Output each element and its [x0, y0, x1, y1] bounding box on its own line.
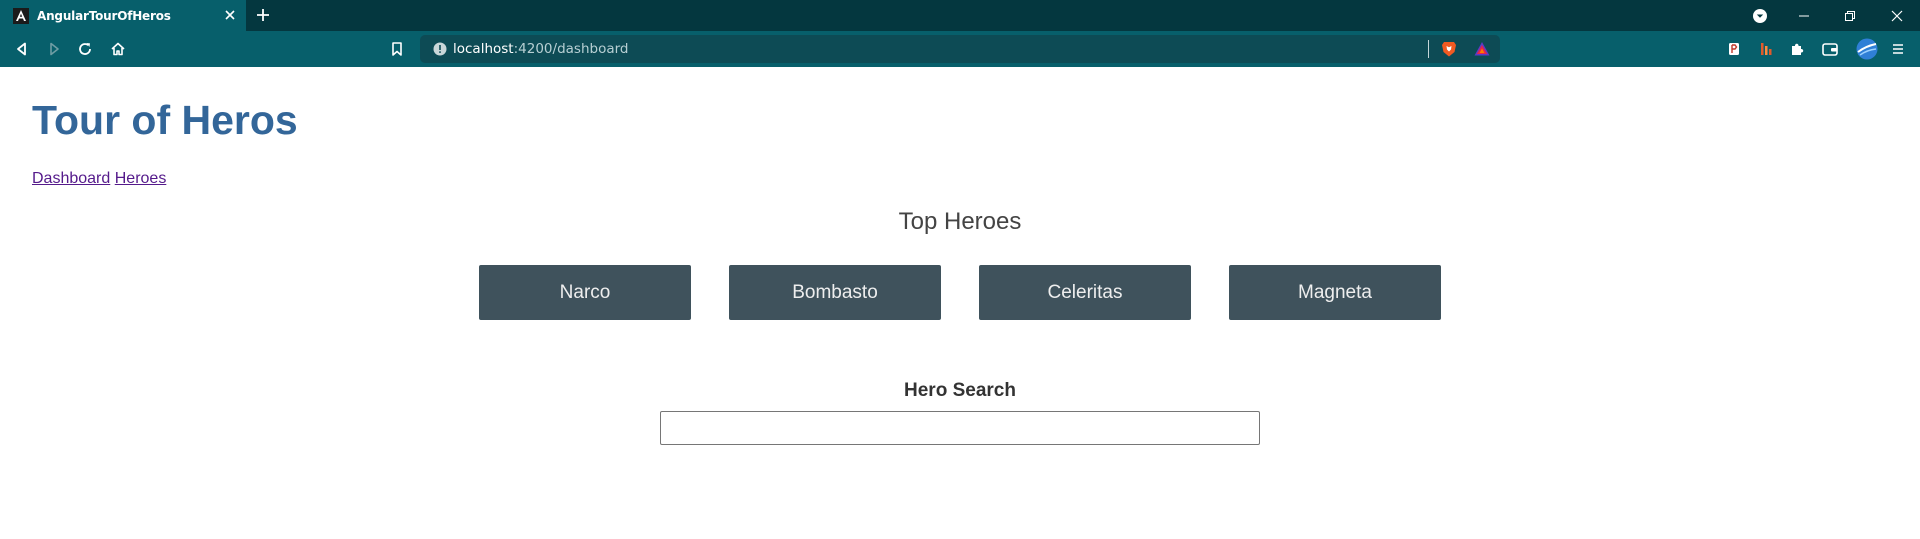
- top-heroes-heading: Top Heroes: [898, 208, 1022, 235]
- brave-shield-icon[interactable]: [1440, 40, 1458, 58]
- page-content: Tour of Heros Dashboard Heroes Top Heroe…: [0, 67, 1920, 539]
- browser-tab-active[interactable]: AngularTourOfHeros: [0, 0, 246, 31]
- address-bar[interactable]: localhost:4200/dashboard: [420, 35, 1500, 63]
- hero-card-celeritas[interactable]: Celeritas: [979, 265, 1191, 320]
- url-path: :4200/dashboard: [513, 41, 629, 57]
- window-close-icon[interactable]: [1874, 0, 1920, 31]
- puzzle-icon[interactable]: [1787, 39, 1807, 59]
- nav-link-heroes[interactable]: Heroes: [115, 170, 167, 187]
- hero-search-heading: Hero Search: [904, 380, 1016, 401]
- tab-title: AngularTourOfHeros: [37, 8, 171, 23]
- hero-card-narco[interactable]: Narco: [479, 265, 691, 320]
- profile-avatar[interactable]: [1855, 37, 1879, 61]
- minimize-icon[interactable]: [1781, 0, 1827, 31]
- angular-logo-icon: [13, 7, 29, 24]
- reader-extension-icon[interactable]: [1724, 39, 1744, 59]
- close-icon[interactable]: [222, 7, 238, 23]
- address-bar-divider: [1428, 40, 1429, 58]
- bookmark-icon[interactable]: [387, 39, 407, 59]
- back-arrow-icon[interactable]: [12, 39, 32, 59]
- new-tab-plus-icon[interactable]: [255, 7, 271, 23]
- nav-link-dashboard[interactable]: Dashboard: [32, 170, 110, 187]
- restore-icon[interactable]: [1827, 0, 1873, 31]
- home-icon[interactable]: [108, 39, 128, 59]
- hero-card-bombasto[interactable]: Bombasto: [729, 265, 941, 320]
- info-icon[interactable]: [432, 41, 448, 57]
- main-nav: Dashboard Heroes: [32, 170, 166, 188]
- profile-dropdown-icon[interactable]: [1737, 0, 1783, 31]
- address-url[interactable]: localhost:4200/dashboard: [453, 41, 628, 57]
- wallet-icon[interactable]: [1820, 39, 1840, 59]
- browser-toolbar: localhost:4200/dashboard: [0, 31, 1920, 67]
- browser-title-bar: AngularTourOfHeros: [0, 0, 1920, 31]
- rewards-triangle-icon[interactable]: [1473, 40, 1491, 58]
- url-host: localhost: [453, 41, 514, 57]
- app-title: Tour of Heros: [32, 97, 298, 143]
- stats-extension-icon[interactable]: [1756, 39, 1776, 59]
- reload-icon[interactable]: [75, 39, 95, 59]
- forward-arrow-icon[interactable]: [44, 39, 64, 59]
- hero-search-input[interactable]: [660, 411, 1260, 445]
- hero-card-magneta[interactable]: Magneta: [1229, 265, 1441, 320]
- hamburger-menu-icon[interactable]: [1888, 39, 1908, 59]
